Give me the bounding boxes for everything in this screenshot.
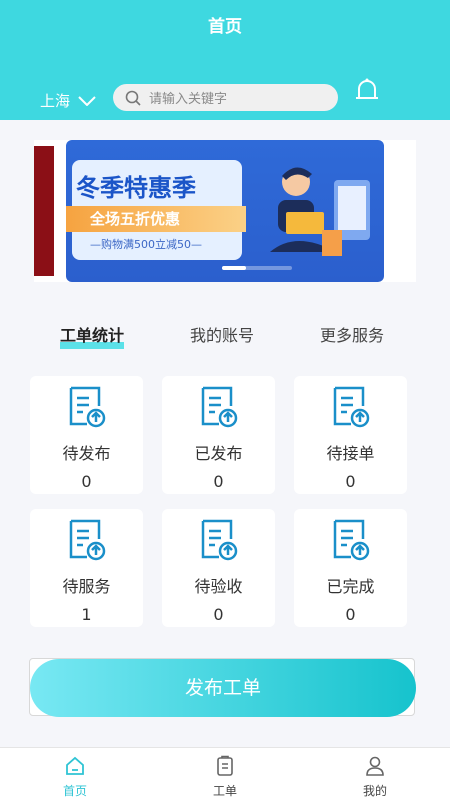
shopper-illustration — [270, 167, 370, 256]
tab-my-account[interactable]: 我的账号 — [190, 322, 254, 346]
banner-carousel[interactable]: 冬季特惠季 全场五折优惠 —购物满500立减50— — [34, 140, 416, 282]
stat-label: 待服务 — [62, 577, 111, 596]
tabbar-label: 工单 — [212, 784, 237, 798]
stat-label: 已发布 — [194, 444, 243, 463]
stat-label: 待发布 — [62, 444, 111, 463]
stat-card-pending-accept[interactable]: 待接单 0 — [294, 376, 407, 494]
document-upload-icon — [201, 386, 237, 428]
stat-label: 待接单 — [326, 444, 375, 463]
banner-previous-slide — [34, 146, 54, 276]
carousel-indicator — [222, 266, 292, 270]
publish-container: 发布工单 — [29, 658, 416, 717]
tab-more-services[interactable]: 更多服务 — [320, 322, 384, 346]
city-selector[interactable]: 上海 — [40, 90, 96, 111]
bottom-tab-bar: 首页 工单 我的 — [0, 747, 450, 800]
chevron-down-icon — [78, 95, 96, 106]
search-placeholder: 请输入关键字 — [149, 92, 228, 107]
stat-card-pending-service[interactable]: 待服务 1 — [30, 509, 143, 627]
search-icon — [125, 90, 141, 106]
home-icon — [66, 756, 84, 775]
banner-slide[interactable]: 冬季特惠季 全场五折优惠 —购物满500立减50— — [66, 140, 384, 282]
stat-count: 0 — [81, 472, 92, 491]
tabbar-label: 我的 — [362, 784, 387, 798]
page-title: 首页 — [208, 17, 242, 37]
top-header: 首页 上海 请输入关键字 — [0, 0, 450, 120]
stat-count: 0 — [345, 472, 356, 491]
publish-order-button[interactable]: 发布工单 — [30, 659, 416, 717]
banner-subtitle: 全场五折优惠 — [66, 206, 246, 232]
stat-count: 0 — [213, 472, 224, 491]
tabbar-item-orders[interactable]: 工单 — [190, 755, 260, 799]
document-upload-icon — [69, 519, 105, 561]
document-upload-icon — [69, 386, 105, 428]
stat-card-pending-publish[interactable]: 待发布 0 — [30, 376, 143, 494]
document-upload-icon — [201, 519, 237, 561]
tabbar-item-mine[interactable]: 我的 — [340, 755, 410, 799]
tab-bar: 工单统计 我的账号 更多服务 — [0, 322, 450, 349]
search-input[interactable]: 请输入关键字 — [113, 84, 338, 111]
tab-order-stats[interactable]: 工单统计 — [60, 322, 125, 349]
tabbar-item-home[interactable]: 首页 — [40, 755, 110, 799]
document-upload-icon — [333, 386, 369, 428]
banner-note: —购物满500立减50— — [90, 238, 202, 251]
stat-card-published[interactable]: 已发布 0 — [162, 376, 275, 494]
stat-card-pending-inspection[interactable]: 待验收 0 — [162, 509, 275, 627]
clipboard-icon — [217, 755, 233, 776]
stat-count: 1 — [81, 605, 92, 624]
stat-count: 0 — [213, 605, 224, 624]
stat-label: 待验收 — [194, 577, 243, 596]
banner-title: 冬季特惠季 — [76, 174, 196, 202]
user-icon — [366, 756, 384, 776]
stat-count: 0 — [345, 605, 356, 624]
tabbar-label: 首页 — [62, 784, 87, 798]
document-upload-icon — [333, 519, 369, 561]
city-label: 上海 — [40, 92, 71, 110]
bell-icon[interactable] — [352, 76, 382, 106]
stat-label: 已完成 — [326, 577, 375, 596]
stat-card-completed[interactable]: 已完成 0 — [294, 509, 407, 627]
